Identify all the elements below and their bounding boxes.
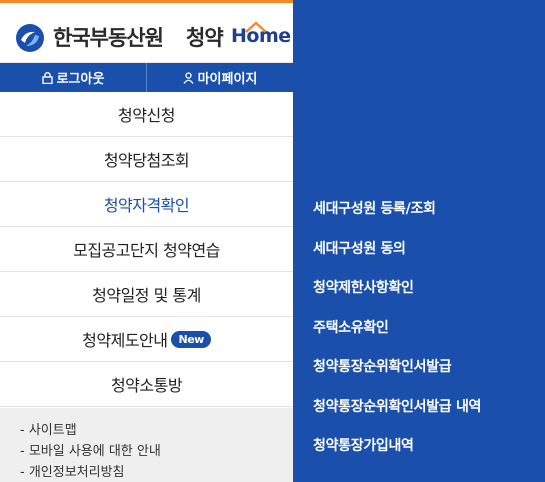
submenu-panel: 세대구성원 등록/조회 세대구성원 동의 청약제한사항확인 주택소유확인 청약통… bbox=[293, 0, 545, 482]
submenu-item-restriction-check[interactable]: 청약제한사항확인 bbox=[313, 276, 481, 316]
header: 한국부동산원 청약 Home bbox=[0, 0, 293, 63]
menu-item-practice[interactable]: 모집공고단지 청약연습 bbox=[0, 227, 293, 272]
new-badge: New bbox=[171, 330, 211, 348]
submenu-item-household-register[interactable]: 세대구성원 등록/조회 bbox=[313, 197, 481, 237]
menu-item-community[interactable]: 청약소통방 bbox=[0, 362, 293, 407]
menu-item-label: 모집공고단지 청약연습 bbox=[73, 241, 220, 260]
submenu-item-rank-certificate-history[interactable]: 청약통장순위확인서발급 내역 bbox=[313, 395, 481, 435]
account-bar: 로그아웃 마이페이지 bbox=[0, 63, 293, 92]
menu-item-system-guide[interactable]: 청약제도안내 New bbox=[0, 317, 293, 362]
main-menu-panel: 한국부동산원 청약 Home 로그아웃 마이페이지 청약신청 청약당첨조회 청약… bbox=[0, 0, 293, 482]
menu-item-winner-check[interactable]: 청약당첨조회 bbox=[0, 137, 293, 182]
main-menu: 청약신청 청약당첨조회 청약자격확인 모집공고단지 청약연습 청약일정 및 통계… bbox=[0, 92, 293, 407]
logout-button[interactable]: 로그아웃 bbox=[0, 63, 146, 92]
service-home-text[interactable]: Home bbox=[231, 25, 291, 47]
mobile-guide-link[interactable]: - 모바일 사용에 대한 안내 bbox=[20, 441, 293, 462]
sitemap-link[interactable]: - 사이트맵 bbox=[20, 420, 293, 441]
menu-item-eligibility-check[interactable]: 청약자격확인 bbox=[0, 182, 293, 227]
menu-item-label: 청약제도안내 bbox=[82, 331, 168, 350]
footer-links: - 사이트맵 - 모바일 사용에 대한 안내 - 개인정보처리방침 bbox=[0, 408, 293, 482]
mobile-menu-screen: 한국부동산원 청약 Home 로그아웃 마이페이지 청약신청 청약당첨조회 청약… bbox=[0, 0, 545, 482]
person-icon bbox=[183, 71, 194, 84]
menu-item-label: 청약소통방 bbox=[110, 376, 183, 395]
lock-icon bbox=[41, 71, 53, 84]
brand-name[interactable]: 한국부동산원 bbox=[53, 22, 164, 52]
submenu-item-rank-certificate[interactable]: 청약통장순위확인서발급 bbox=[313, 355, 481, 395]
submenu-item-account-history[interactable]: 청약통장가입내역 bbox=[313, 434, 481, 474]
mypage-label: 마이페이지 bbox=[197, 72, 258, 87]
menu-item-label: 청약자격확인 bbox=[103, 196, 190, 215]
menu-item-schedule-stats[interactable]: 청약일정 및 통계 bbox=[0, 272, 293, 317]
header-accent-line bbox=[0, 0, 293, 3]
menu-item-apply[interactable]: 청약신청 bbox=[0, 92, 293, 137]
service-name[interactable]: 청약 bbox=[186, 22, 224, 52]
mypage-button[interactable]: 마이페이지 bbox=[146, 63, 293, 92]
menu-item-label: 청약당첨조회 bbox=[103, 151, 190, 170]
logout-label: 로그아웃 bbox=[56, 72, 105, 87]
menu-item-label: 청약일정 및 통계 bbox=[92, 286, 201, 305]
submenu-item-household-consent[interactable]: 세대구성원 동의 bbox=[313, 237, 481, 277]
menu-item-label: 청약신청 bbox=[118, 106, 175, 125]
privacy-policy-link[interactable]: - 개인정보처리방침 bbox=[20, 462, 293, 482]
submenu-item-ownership-check[interactable]: 주택소유확인 bbox=[313, 316, 481, 356]
reb-logo-icon[interactable] bbox=[15, 23, 45, 53]
submenu-list: 세대구성원 등록/조회 세대구성원 동의 청약제한사항확인 주택소유확인 청약통… bbox=[313, 197, 481, 474]
